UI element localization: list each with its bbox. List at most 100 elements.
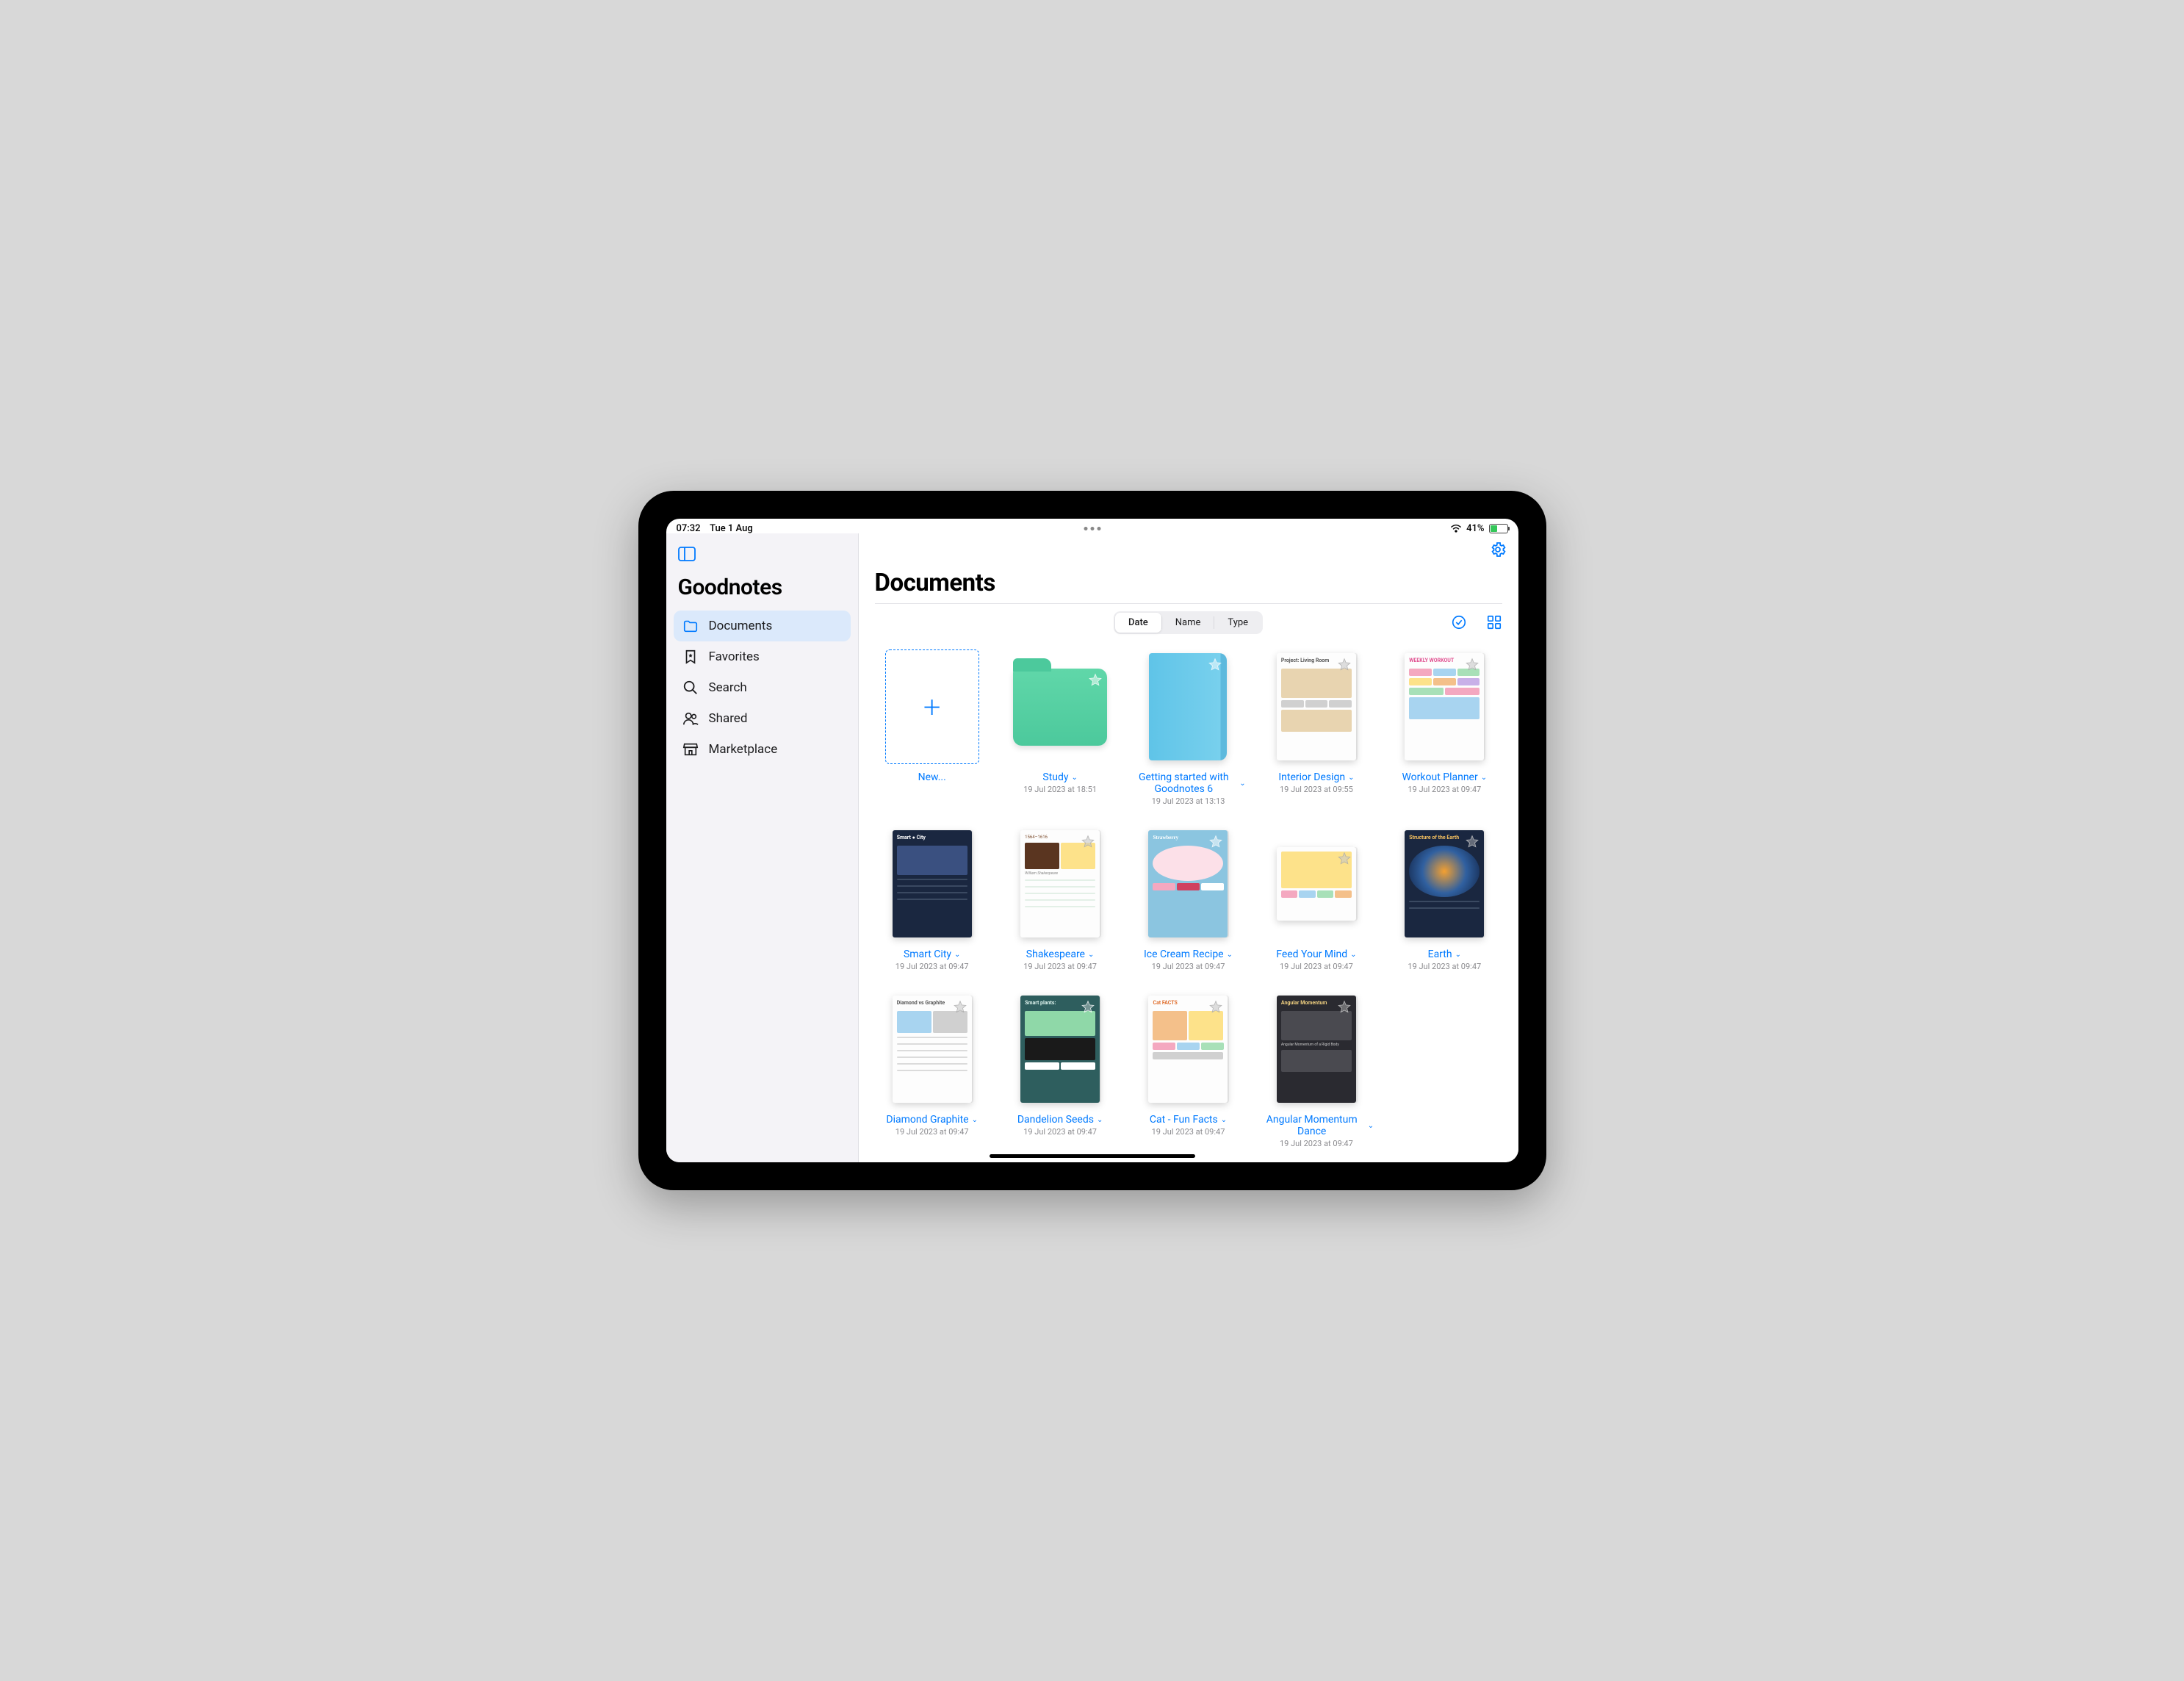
item-title[interactable]: Study bbox=[1042, 771, 1068, 783]
chevron-down-icon[interactable]: ⌄ bbox=[1071, 774, 1077, 782]
new-item-label[interactable]: New... bbox=[918, 771, 946, 783]
chevron-down-icon[interactable]: ⌄ bbox=[954, 951, 960, 959]
nav-item-search[interactable]: Search bbox=[674, 672, 851, 703]
thumb-getting-started[interactable] bbox=[1141, 649, 1235, 764]
item-date: 19 Jul 2023 at 09:47 bbox=[1023, 1127, 1097, 1137]
chevron-down-icon[interactable]: ⌄ bbox=[1348, 774, 1354, 782]
page-thumbnail: Smart plants: bbox=[1020, 996, 1100, 1103]
nav-label-search: Search bbox=[709, 680, 747, 695]
item-title[interactable]: Cat - Fun Facts bbox=[1150, 1114, 1218, 1126]
document-item-smart-city[interactable]: Smart ● City Smart City⌄ 19 Jul 2023 at … bbox=[875, 827, 990, 971]
nav-item-documents[interactable]: Documents bbox=[674, 611, 851, 641]
document-item-getting-started[interactable]: Getting started with Goodnotes 6 ⌄ 19 Ju… bbox=[1131, 649, 1245, 806]
nav-item-shared[interactable]: Shared bbox=[674, 703, 851, 734]
page-thumbnail: Smart ● City bbox=[893, 830, 972, 937]
ipad-bezel: 07:32 Tue 1 Aug 41% bbox=[647, 500, 1538, 1181]
thumb-dandelion[interactable]: Smart plants: bbox=[1013, 992, 1107, 1106]
item-title[interactable]: Feed Your Mind bbox=[1276, 949, 1347, 960]
thumb-interior[interactable]: Project: Living Room bbox=[1269, 649, 1363, 764]
sort-segmented-control[interactable]: Date Name Type bbox=[1114, 611, 1263, 634]
star-icon bbox=[1208, 658, 1222, 672]
sort-date[interactable]: Date bbox=[1115, 613, 1161, 633]
screen: 07:32 Tue 1 Aug 41% bbox=[666, 519, 1518, 1162]
document-item-shakespeare[interactable]: 1564–1616 William Shakespeare Shakespe bbox=[1003, 827, 1117, 971]
status-date: Tue 1 Aug bbox=[710, 523, 753, 534]
chevron-down-icon[interactable]: ⌄ bbox=[972, 1116, 978, 1124]
document-item-earth[interactable]: Structure of the Earth Earth⌄ 19 Jul 202… bbox=[1387, 827, 1502, 971]
page-thumbnail bbox=[1277, 847, 1356, 921]
settings-button[interactable] bbox=[1489, 541, 1507, 566]
document-item-icecream[interactable]: Strawberry Ice Cream Recipe⌄ 19 Jul 2023… bbox=[1131, 827, 1245, 971]
status-right: 41% bbox=[1450, 523, 1507, 534]
ipad-frame: 07:32 Tue 1 Aug 41% bbox=[638, 491, 1546, 1190]
item-title[interactable]: Smart City bbox=[904, 949, 951, 960]
chevron-down-icon[interactable]: ⌄ bbox=[1088, 951, 1094, 959]
nav-item-favorites[interactable]: Favorites bbox=[674, 641, 851, 672]
document-item-workout[interactable]: WEEKLY WORKOUT bbox=[1387, 649, 1502, 806]
chevron-down-icon[interactable]: ⌄ bbox=[1481, 774, 1487, 782]
new-item-thumb[interactable]: ＋ bbox=[885, 649, 979, 764]
item-title[interactable]: Getting started with Goodnotes 6 bbox=[1131, 771, 1236, 795]
thumb-workout[interactable]: WEEKLY WORKOUT bbox=[1397, 649, 1491, 764]
sort-type[interactable]: Type bbox=[1214, 613, 1261, 633]
document-item-dandelion[interactable]: Smart plants: Dandelion Seeds⌄ bbox=[1003, 992, 1117, 1148]
nav-list: Documents Favorites Search bbox=[666, 611, 858, 765]
document-item-study[interactable]: Study ⌄ 19 Jul 2023 at 18:51 bbox=[1003, 649, 1117, 806]
thumb-feed-mind[interactable] bbox=[1269, 827, 1363, 941]
toolbar-actions bbox=[1451, 614, 1502, 630]
main-header bbox=[859, 533, 1518, 566]
page-thumbnail: WEEKLY WORKOUT bbox=[1405, 653, 1484, 760]
document-item-cat[interactable]: Cat FACTS Cat - Fun Facts⌄ bbox=[1131, 992, 1245, 1148]
item-title[interactable]: Earth bbox=[1428, 949, 1452, 960]
item-title[interactable]: Workout Planner bbox=[1402, 771, 1477, 783]
chevron-down-icon[interactable]: ⌄ bbox=[1227, 951, 1233, 959]
thumb-study[interactable] bbox=[1013, 649, 1107, 764]
chevron-down-icon[interactable]: ⌄ bbox=[1239, 780, 1245, 788]
sort-name[interactable]: Name bbox=[1162, 613, 1214, 633]
thumb-shakespeare[interactable]: 1564–1616 William Shakespeare bbox=[1013, 827, 1107, 941]
view-grid-button[interactable] bbox=[1486, 614, 1502, 630]
item-date: 19 Jul 2023 at 09:47 bbox=[895, 962, 969, 971]
document-item-feed-mind[interactable]: Feed Your Mind⌄ 19 Jul 2023 at 09:47 bbox=[1259, 827, 1374, 971]
item-title[interactable]: Shakespeare bbox=[1026, 949, 1085, 960]
thumb-cat[interactable]: Cat FACTS bbox=[1141, 992, 1235, 1106]
thumb-diamond[interactable]: Diamond vs Graphite bbox=[885, 992, 979, 1106]
star-icon bbox=[1337, 1000, 1352, 1015]
status-bar: 07:32 Tue 1 Aug 41% bbox=[666, 519, 1518, 538]
item-date: 19 Jul 2023 at 09:47 bbox=[1408, 785, 1481, 794]
item-title[interactable]: Ice Cream Recipe bbox=[1144, 949, 1224, 960]
bookmark-star-icon bbox=[682, 649, 699, 665]
documents-grid-scroll[interactable]: ＋ New... bbox=[859, 642, 1518, 1162]
multitask-dots[interactable] bbox=[1084, 527, 1100, 530]
app-title: Goodnotes bbox=[678, 575, 846, 600]
document-item-angular[interactable]: Angular Momentum Angular Momentum of a R… bbox=[1259, 992, 1374, 1148]
nav-label-documents: Documents bbox=[709, 619, 773, 633]
nav-item-marketplace[interactable]: Marketplace bbox=[674, 734, 851, 765]
document-item-interior-design[interactable]: Project: Living Room Interior Design⌄ bbox=[1259, 649, 1374, 806]
page-title: Documents bbox=[875, 569, 1502, 597]
item-date: 19 Jul 2023 at 09:47 bbox=[1152, 1127, 1225, 1137]
item-date: 19 Jul 2023 at 13:13 bbox=[1152, 796, 1225, 806]
item-title[interactable]: Dandelion Seeds bbox=[1017, 1114, 1094, 1126]
item-title[interactable]: Interior Design bbox=[1278, 771, 1345, 783]
page-thumbnail: Project: Living Room bbox=[1277, 653, 1356, 760]
star-icon bbox=[1208, 835, 1223, 849]
chevron-down-icon[interactable]: ⌄ bbox=[1368, 1122, 1374, 1130]
item-title[interactable]: Angular Momentum Dance bbox=[1259, 1114, 1365, 1137]
thumb-earth[interactable]: Structure of the Earth bbox=[1397, 827, 1491, 941]
chevron-down-icon[interactable]: ⌄ bbox=[1097, 1116, 1103, 1124]
home-indicator[interactable] bbox=[990, 1154, 1195, 1158]
new-document-item[interactable]: ＋ New... bbox=[875, 649, 990, 806]
document-item-diamond[interactable]: Diamond vs Graphite Diamond Graphite⌄ 19… bbox=[875, 992, 990, 1148]
select-button[interactable] bbox=[1451, 614, 1467, 630]
chevron-down-icon[interactable]: ⌄ bbox=[1221, 1116, 1227, 1124]
chevron-down-icon[interactable]: ⌄ bbox=[1455, 951, 1461, 959]
app-root: Goodnotes Documents Favorite bbox=[666, 519, 1518, 1162]
folder-icon bbox=[1013, 669, 1107, 746]
sidebar-toggle-button[interactable] bbox=[678, 547, 696, 561]
thumb-angular[interactable]: Angular Momentum Angular Momentum of a R… bbox=[1269, 992, 1363, 1106]
thumb-icecream[interactable]: Strawberry bbox=[1141, 827, 1235, 941]
item-title[interactable]: Diamond Graphite bbox=[886, 1114, 968, 1126]
chevron-down-icon[interactable]: ⌄ bbox=[1350, 951, 1356, 959]
thumb-smart-city[interactable]: Smart ● City bbox=[885, 827, 979, 941]
